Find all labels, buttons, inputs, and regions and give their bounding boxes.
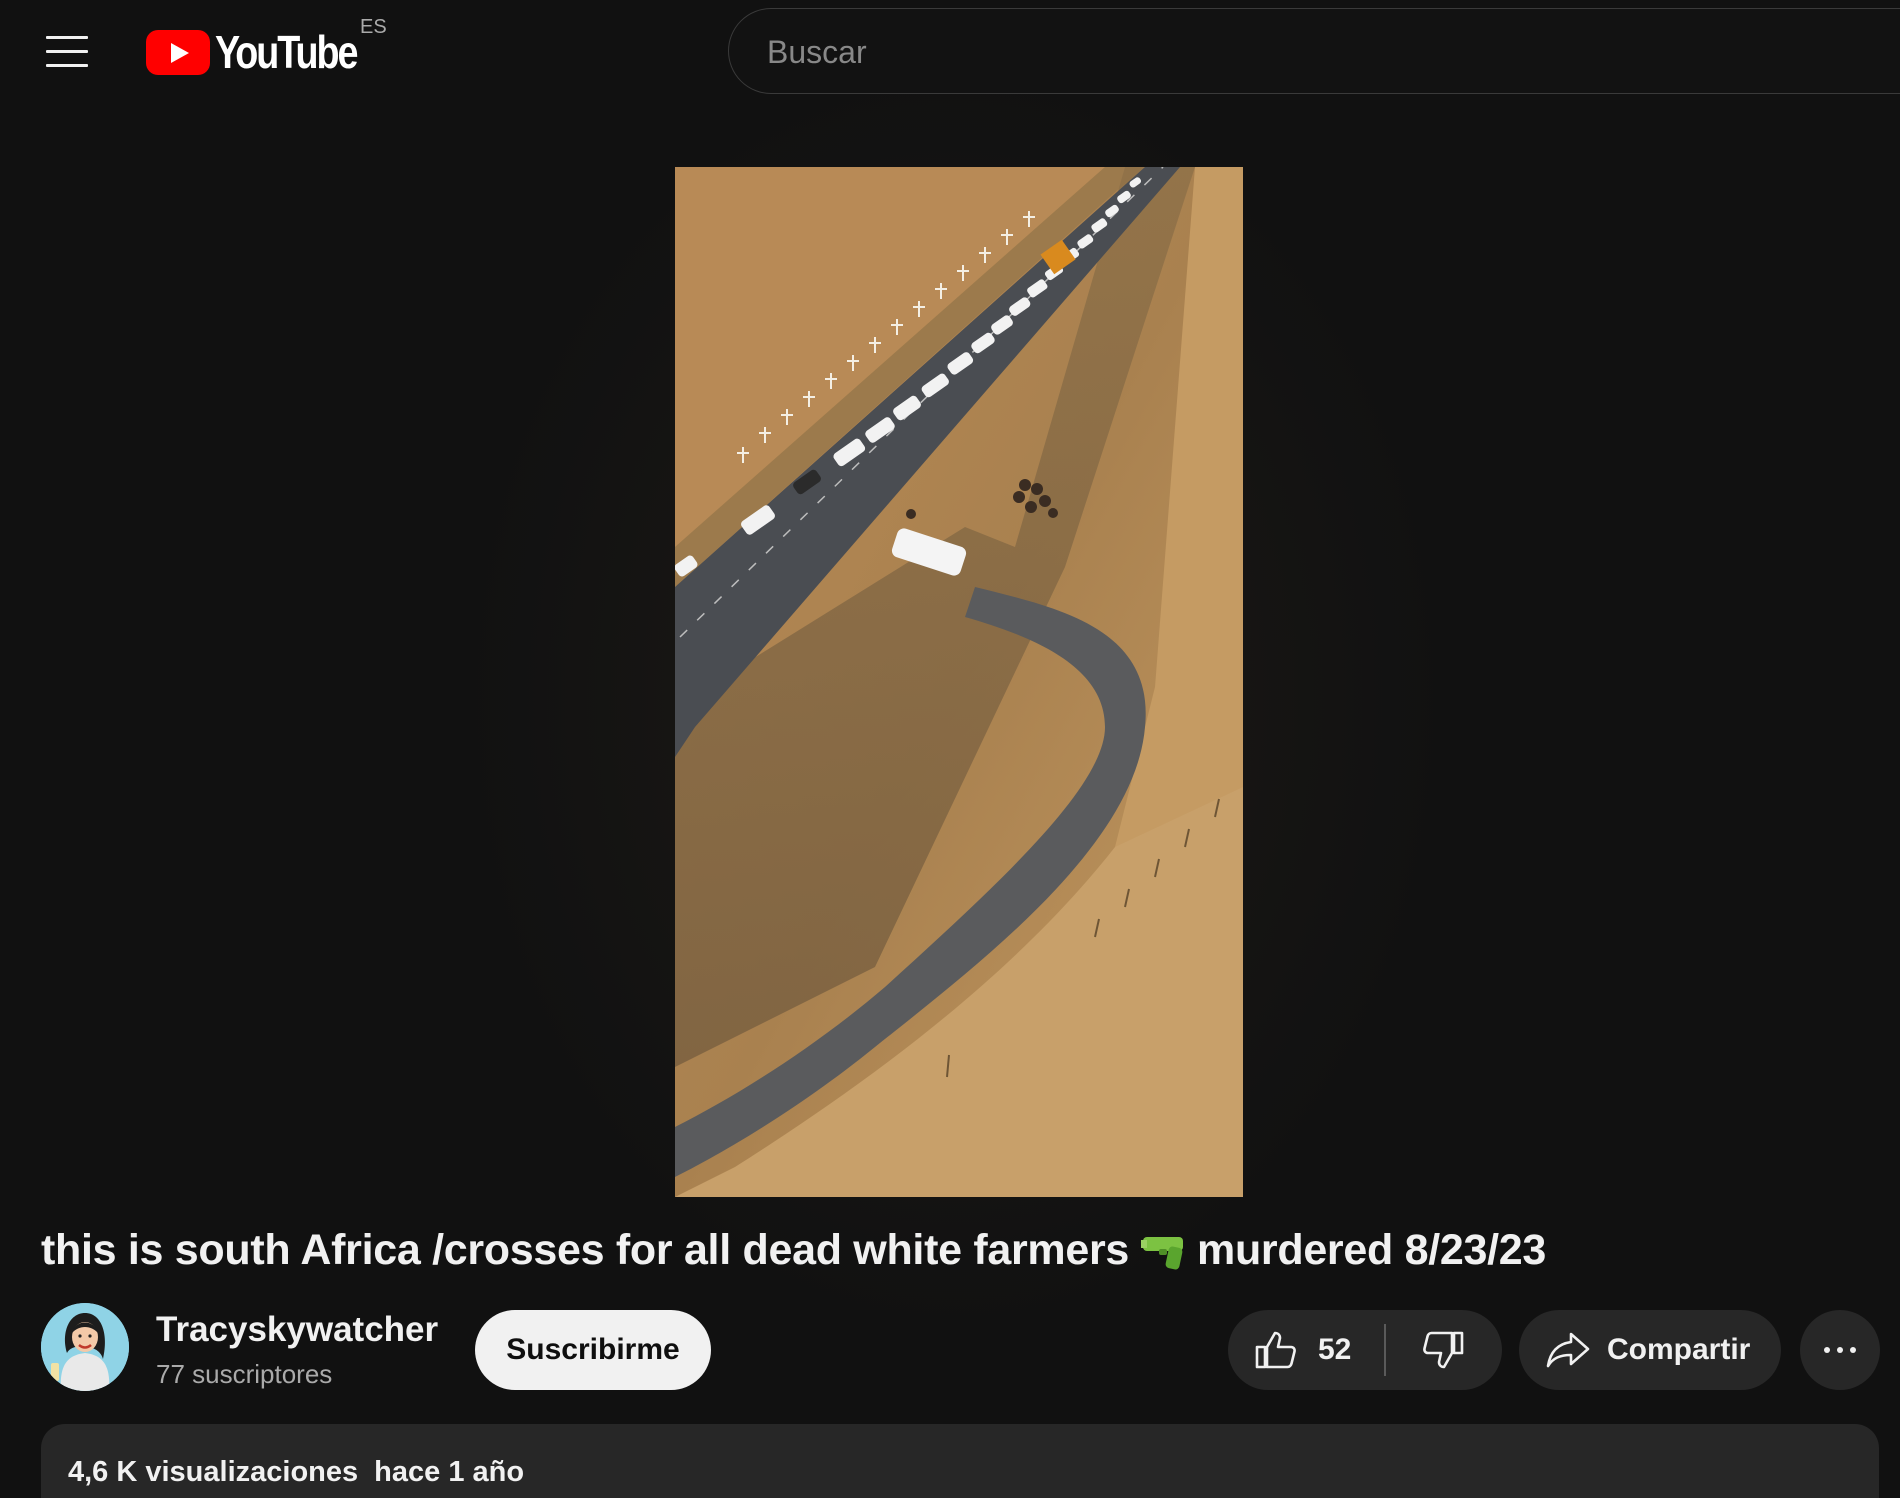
description-box[interactable]: 4,6 K visualizaciones hace 1 año <box>41 1424 1879 1498</box>
youtube-logo-icon <box>146 29 210 75</box>
search-input[interactable] <box>765 9 1869 95</box>
masthead: YouTube ES <box>0 0 1900 102</box>
share-button[interactable]: Compartir <box>1519 1310 1781 1390</box>
water-pistol-emoji <box>1141 1236 1184 1269</box>
subscriber-count: 77 suscriptores <box>156 1359 333 1389</box>
share-icon <box>1546 1332 1590 1368</box>
share-label: Compartir <box>1607 1333 1751 1366</box>
like-dislike-group: 52 <box>1228 1310 1502 1390</box>
video-player[interactable] <box>675 167 1243 1197</box>
description-meta: 4,6 K visualizaciones hace 1 año <box>68 1456 524 1489</box>
avatar-image <box>41 1303 129 1391</box>
country-code: ES <box>360 16 387 38</box>
menu-icon[interactable] <box>28 22 106 80</box>
channel-name[interactable]: Tracyskywatcher <box>156 1310 438 1350</box>
logo-text: YouTube <box>215 26 358 78</box>
video-frame <box>675 167 1243 1197</box>
upload-date: hace 1 año <box>374 1456 525 1488</box>
like-button[interactable]: 52 <box>1228 1310 1384 1390</box>
like-icon <box>1255 1331 1296 1369</box>
view-count: 4,6 K visualizaciones <box>68 1456 359 1488</box>
title-text-part1: this is south Africa /crosses for all de… <box>41 1226 1130 1274</box>
search-box[interactable] <box>728 8 1900 95</box>
more-icon[interactable] <box>1800 1310 1880 1390</box>
watch-page: YouTube ES Buscar this is south Africa /… <box>0 0 1900 1498</box>
dislike-button[interactable] <box>1386 1310 1500 1390</box>
like-count: 52 <box>1318 1333 1352 1366</box>
title-text-part2: murdered 8/23/23 <box>1197 1226 1546 1274</box>
channel-avatar[interactable] <box>41 1303 129 1391</box>
subscribe-button[interactable]: Suscribirme <box>475 1310 711 1390</box>
dislike-icon <box>1423 1331 1464 1369</box>
video-title: this is south Africa /crosses for all de… <box>41 1226 1546 1275</box>
youtube-logo[interactable]: YouTube <box>146 26 387 78</box>
